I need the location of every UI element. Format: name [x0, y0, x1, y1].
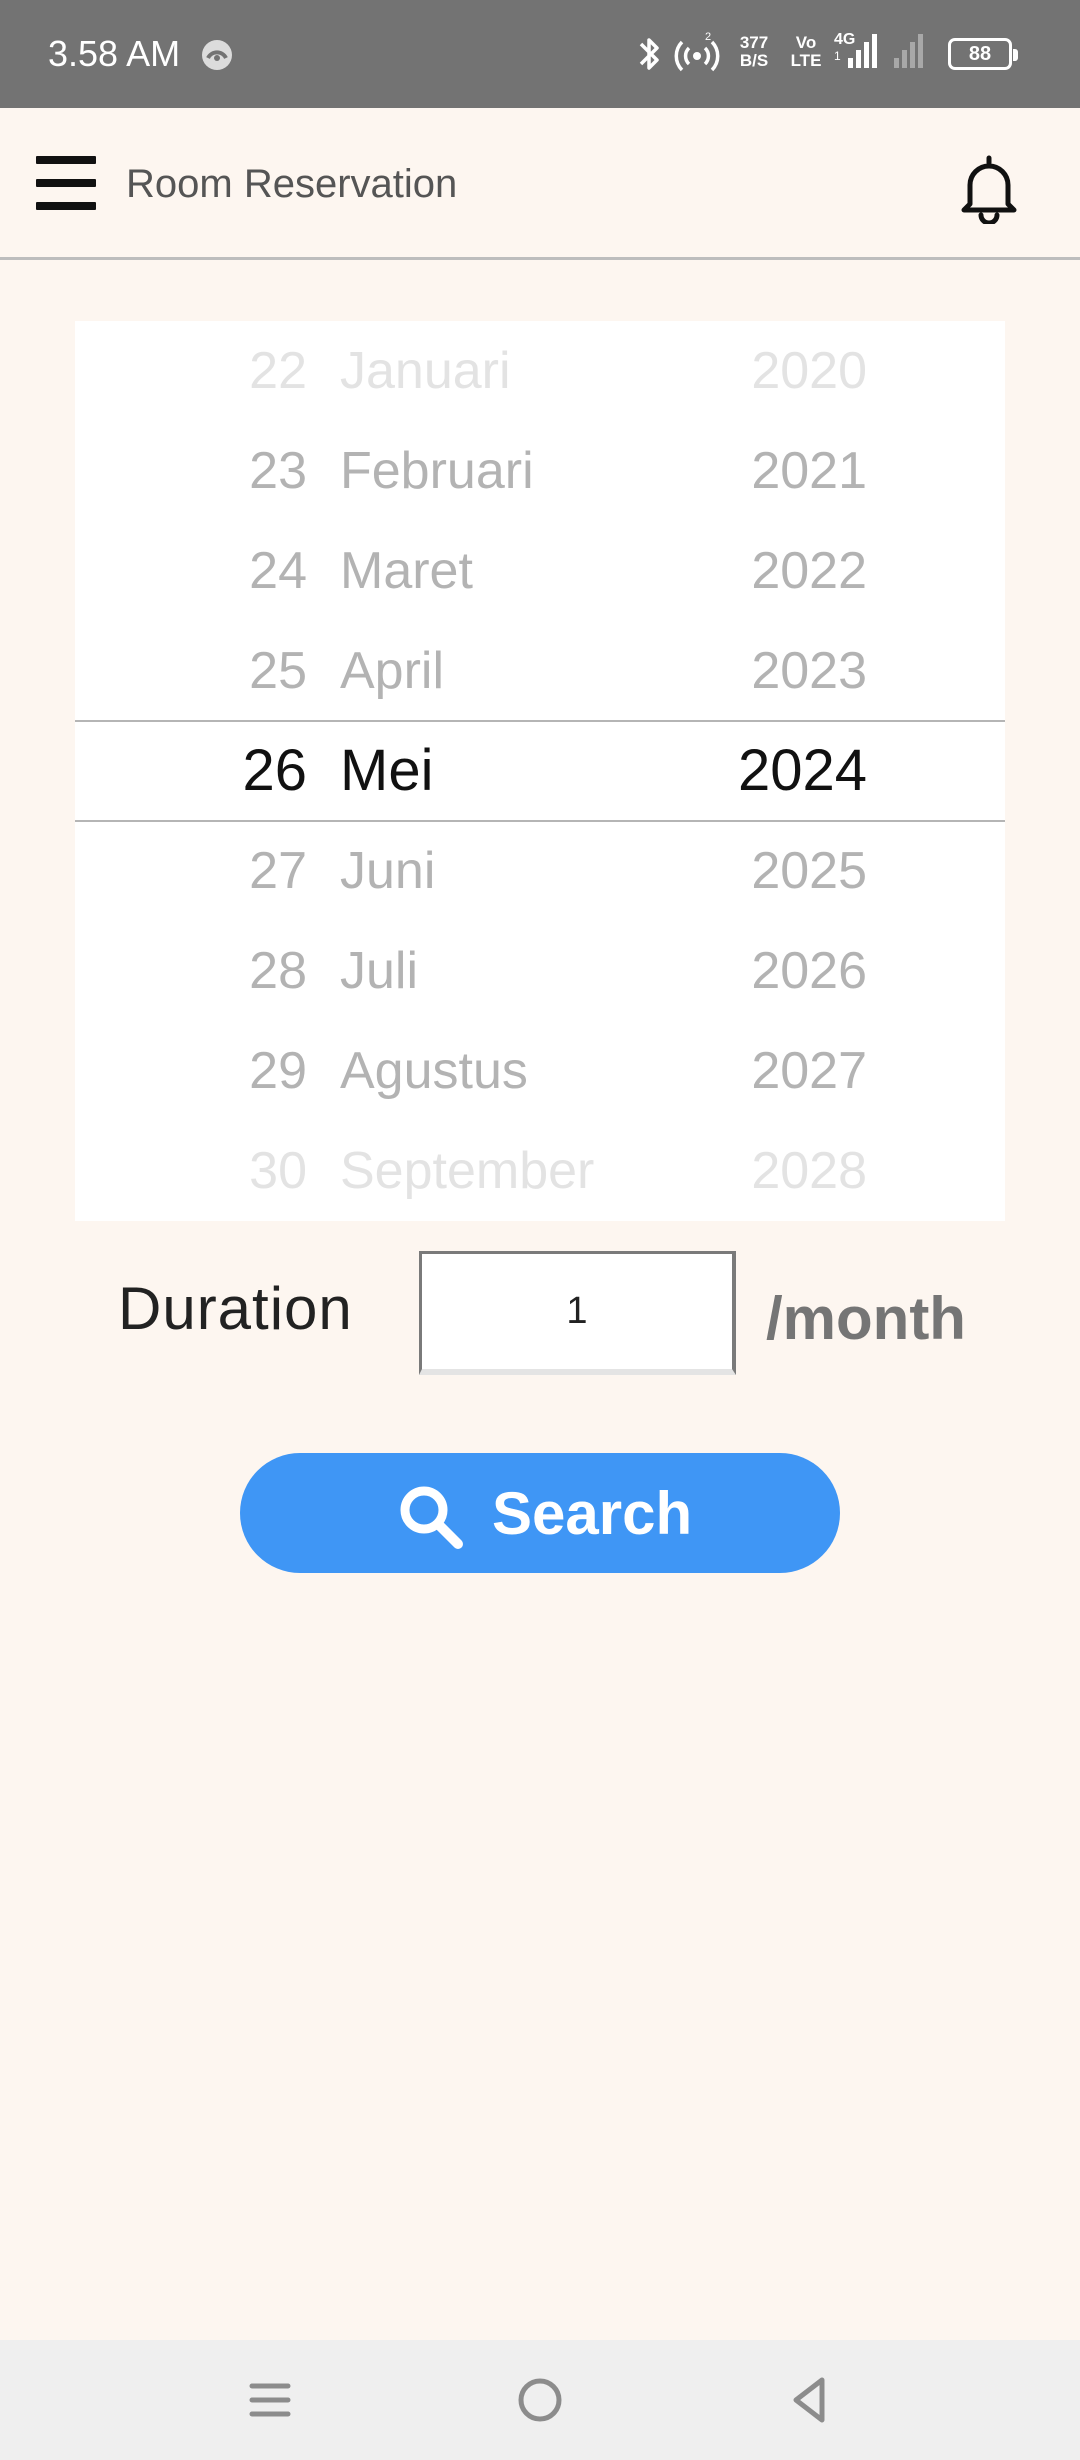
picker-day[interactable]: 30 [175, 1121, 307, 1221]
sim-slot: 1 [834, 49, 841, 63]
picker-row[interactable]: 25 April 2023 [75, 621, 1005, 721]
bell-icon[interactable] [956, 152, 1022, 224]
picker-row[interactable]: 30 September 2028 [75, 1121, 1005, 1221]
svg-text:2: 2 [705, 31, 711, 43]
picker-day[interactable]: 23 [175, 421, 307, 521]
picker-year[interactable]: 2020 [595, 321, 867, 421]
picker-year[interactable]: 2028 [595, 1121, 867, 1221]
duration-label: Duration [118, 1275, 353, 1342]
picker-day[interactable]: 22 [175, 321, 307, 421]
picker-row[interactable]: 29 Agustus 2027 [75, 1021, 1005, 1121]
date-picker[interactable]: 22 Januari 2020 23 Februari 2021 24 Mare… [75, 321, 1005, 1221]
status-bar: 3.58 AM 2 377 B/S Vo LTE 4G 1 88 [0, 0, 1080, 108]
picker-year[interactable]: 2022 [595, 521, 867, 621]
picker-row-selected[interactable]: 26 Mei 2024 [75, 721, 1005, 821]
search-icon [400, 1486, 463, 1549]
picker-row[interactable]: 27 Juni 2025 [75, 821, 1005, 921]
picker-row[interactable]: 23 Februari 2021 [75, 421, 1005, 521]
recent-apps-icon[interactable] [240, 2370, 300, 2430]
picker-year[interactable]: 2025 [595, 821, 867, 921]
picker-year[interactable]: 2021 [595, 421, 867, 521]
sync-icon [202, 40, 232, 70]
volte-top: Vo [795, 33, 817, 52]
picker-row[interactable]: 22 Januari 2020 [75, 321, 1005, 421]
volte-bottom: LTE [790, 51, 822, 70]
picker-day[interactable]: 27 [175, 821, 307, 921]
picker-row[interactable]: 24 Maret 2022 [75, 521, 1005, 621]
signal-weak-icon [894, 34, 923, 68]
picker-row[interactable]: 28 Juli 2026 [75, 921, 1005, 1021]
net-speed-unit: B/S [739, 51, 769, 70]
app-header: Room Reservation [0, 108, 1080, 260]
volte-indicator: Vo LTE [786, 34, 826, 70]
signal-icon: 4G 1 [834, 31, 877, 68]
search-button[interactable]: Search [240, 1453, 840, 1573]
picker-day[interactable]: 29 [175, 1021, 307, 1121]
picker-day-selected[interactable]: 26 [175, 721, 307, 821]
duration-input[interactable] [419, 1251, 736, 1375]
back-icon[interactable] [780, 2370, 840, 2430]
status-time: 3.58 AM [48, 33, 181, 74]
duration-unit-label: /month [766, 1285, 966, 1352]
battery-icon: 88 [948, 38, 1018, 70]
network-type: 4G [834, 31, 855, 48]
picker-day[interactable]: 24 [175, 521, 307, 621]
hotspot-icon: 2 [674, 31, 720, 72]
hamburger-menu-icon[interactable] [36, 152, 96, 214]
picker-day[interactable]: 28 [175, 921, 307, 1021]
picker-year[interactable]: 2026 [595, 921, 867, 1021]
search-button-label: Search [492, 1480, 693, 1547]
page-title: Room Reservation [126, 162, 458, 206]
net-speed-value: 377 [739, 33, 769, 52]
picker-day[interactable]: 25 [175, 621, 307, 721]
bluetooth-icon [639, 38, 659, 70]
home-icon[interactable] [510, 2370, 570, 2430]
system-nav-bar [0, 2340, 1080, 2460]
picker-year[interactable]: 2027 [595, 1021, 867, 1121]
picker-year[interactable]: 2023 [595, 621, 867, 721]
picker-year-selected[interactable]: 2024 [595, 721, 867, 821]
net-speed: 377 B/S [728, 34, 780, 70]
status-icons: 2 377 B/S Vo LTE 4G 1 88 [632, 28, 1032, 80]
